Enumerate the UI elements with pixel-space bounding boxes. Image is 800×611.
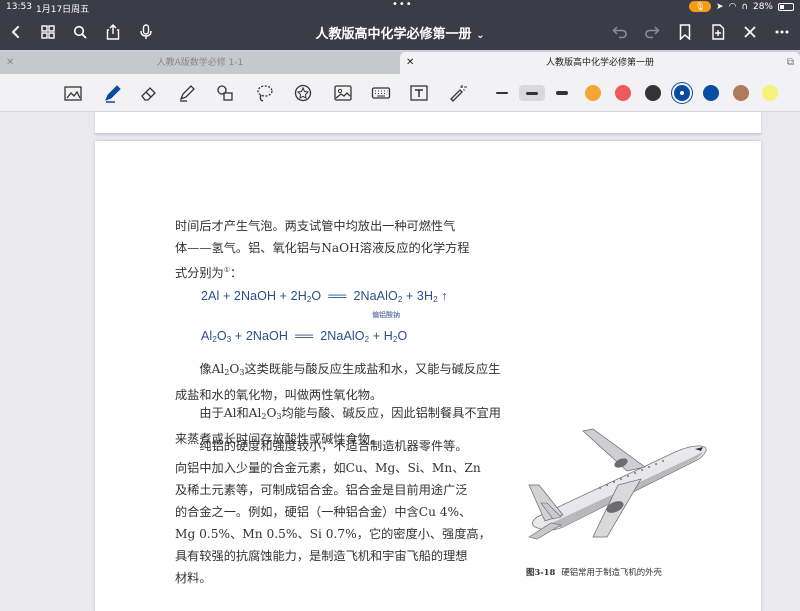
tab-bar: ✕ 人教A版数学必修 1-1 ✕ 人教版高中化学必修第一册 ⧉ xyxy=(0,50,800,74)
pen-off-icon[interactable] xyxy=(738,20,762,44)
annotation-toolbar xyxy=(0,74,800,112)
status-bar: 13:53 1月17日周五 ••• 🎙 ➤ ◠ ∩ 28% xyxy=(0,0,800,15)
equation-al2o3-naoh: Al2O3 + 2NaOH ══ 2NaAlO2 + H2O xyxy=(201,329,408,344)
tab-math-book[interactable]: ✕ 人教A版数学必修 1-1 xyxy=(0,52,400,74)
keyboard-icon[interactable] xyxy=(370,82,392,104)
add-page-icon[interactable] xyxy=(706,20,730,44)
previous-page[interactable] xyxy=(95,112,761,134)
microphone-icon[interactable] xyxy=(134,20,158,44)
chevron-down-icon[interactable]: ⌄ xyxy=(476,30,484,41)
color-swatch-yellow[interactable] xyxy=(762,85,778,101)
pen-icon[interactable] xyxy=(102,82,124,104)
paragraph-aluminum-alloy: 纯铝的硬度和强度较小，不适合制造机器零件等。 向铝中加入少量的合金元素，如Cu、… xyxy=(175,439,491,585)
lasso-read-icon[interactable] xyxy=(62,82,84,104)
multitask-dots-icon[interactable]: ••• xyxy=(392,0,413,10)
undo-icon[interactable] xyxy=(608,20,632,44)
bookmark-icon[interactable] xyxy=(673,20,697,44)
paragraph-reaction-intro: 时间后才产生气泡。两支试管中均放出一种可燃性气 体——氢气。铝、氧化铝与NaOH… xyxy=(175,219,470,280)
airplane-image xyxy=(528,428,707,540)
battery-percent: 28% xyxy=(752,1,773,12)
back-icon[interactable] xyxy=(4,20,28,44)
stroke-medium[interactable] xyxy=(519,85,545,101)
image-icon[interactable] xyxy=(332,82,354,104)
search-icon[interactable] xyxy=(68,20,92,44)
color-swatch-brown[interactable] xyxy=(733,85,749,101)
color-swatch-navy-selected[interactable] xyxy=(674,85,690,101)
color-swatch-orange[interactable] xyxy=(585,85,601,101)
battery-icon xyxy=(778,2,794,11)
headphones-icon: ∩ xyxy=(741,1,748,12)
figure-caption: 图3-18 硬铝常用于制造飞机的外壳 xyxy=(526,567,662,577)
lasso-icon[interactable] xyxy=(254,82,276,104)
grid-view-icon[interactable] xyxy=(36,20,60,44)
status-time: 13:53 xyxy=(6,2,32,12)
document-page[interactable]: 时间后才产生气泡。两支试管中均放出一种可燃性气 体——氢气。铝、氧化铝与NaOH… xyxy=(95,141,761,611)
wifi-icon: ◠ xyxy=(728,1,737,12)
more-icon[interactable] xyxy=(770,20,794,44)
stroke-thick[interactable] xyxy=(549,85,575,101)
sticker-icon[interactable] xyxy=(292,82,314,104)
color-swatch-red[interactable] xyxy=(615,85,631,101)
mic-indicator: 🎙 xyxy=(688,1,711,12)
share-icon[interactable] xyxy=(101,20,125,44)
nav-bar: 人教版高中化学必修第一册 ⌄ xyxy=(0,14,800,50)
eraser-icon[interactable] xyxy=(138,82,160,104)
equation-al-naoh: 2Al + 2NaOH + 2H2O ══ 2NaAlO2 + 3H2 ↑ xyxy=(201,289,448,304)
highlighter-icon[interactable] xyxy=(176,82,198,104)
text-box-icon[interactable] xyxy=(408,82,430,104)
stroke-thin[interactable] xyxy=(489,85,515,101)
color-swatch-blue[interactable] xyxy=(703,85,719,101)
split-view-icon[interactable]: ⧉ xyxy=(787,52,794,74)
tab-chemistry-book[interactable]: ✕ 人教版高中化学必修第一册 ⧉ xyxy=(400,52,800,74)
equation-annotation: 偏铝酸钠 xyxy=(372,311,400,319)
location-icon: ➤ xyxy=(715,1,724,12)
laser-pointer-icon[interactable] xyxy=(446,82,468,104)
redo-icon[interactable] xyxy=(640,20,664,44)
color-swatch-black[interactable] xyxy=(645,85,661,101)
shapes-icon[interactable] xyxy=(214,82,236,104)
paragraph-amphoteric-oxide: 像Al2O3这类既能与酸反应生成盐和水，又能与碱反应生成盐和水的氧化物，叫做两性… xyxy=(175,362,501,402)
